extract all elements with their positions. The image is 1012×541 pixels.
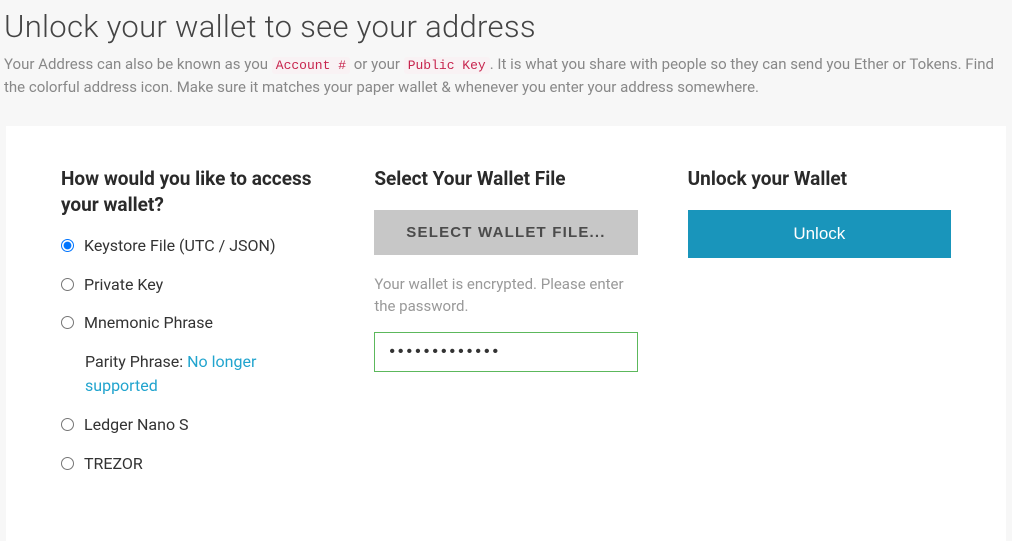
unlock-column: Unlock your Wallet Unlock — [688, 166, 951, 491]
select-wallet-file-button[interactable]: SELECT WALLET FILE... — [374, 210, 637, 255]
account-code-tag: Account # — [272, 57, 350, 74]
radio-mnemonic[interactable] — [61, 316, 74, 329]
wallet-card: How would you like to access your wallet… — [6, 126, 1006, 541]
radio-item-mnemonic[interactable]: Mnemonic Phrase — [61, 312, 324, 334]
page-title: Unlock your wallet to see your address — [0, 0, 1012, 53]
parity-prefix: Parity Phrase: — [85, 352, 187, 371]
desc-text: Your Address can also be known as you — [4, 55, 272, 73]
radio-private-key[interactable] — [61, 278, 74, 291]
password-helper-text: Your wallet is encrypted. Please enter t… — [374, 273, 637, 318]
parity-note-item: Parity Phrase: No longer supported — [61, 350, 324, 398]
public-key-code-tag: Public Key — [404, 57, 490, 74]
radio-label-keystore: Keystore File (UTC / JSON) — [84, 235, 276, 257]
access-radio-list: Keystore File (UTC / JSON) Private Key M… — [61, 235, 324, 475]
desc-text: or your — [350, 55, 404, 73]
unlock-heading: Unlock your Wallet — [688, 166, 951, 192]
radio-ledger[interactable] — [61, 418, 74, 431]
page-description: Your Address can also be known as you Ac… — [0, 53, 1012, 126]
radio-item-keystore[interactable]: Keystore File (UTC / JSON) — [61, 235, 324, 257]
radio-label-trezor: TREZOR — [84, 453, 143, 475]
radio-keystore[interactable] — [61, 239, 74, 252]
wallet-file-column: Select Your Wallet File SELECT WALLET FI… — [374, 166, 637, 491]
radio-label-private-key: Private Key — [84, 274, 163, 296]
radio-trezor[interactable] — [61, 457, 74, 470]
radio-item-trezor[interactable]: TREZOR — [61, 453, 324, 475]
radio-label-ledger: Ledger Nano S — [84, 414, 189, 436]
file-heading: Select Your Wallet File — [374, 166, 637, 192]
password-input[interactable] — [374, 332, 637, 372]
radio-label-mnemonic: Mnemonic Phrase — [84, 312, 213, 334]
access-method-column: How would you like to access your wallet… — [61, 166, 324, 491]
access-heading: How would you like to access your wallet… — [61, 166, 324, 217]
unlock-button[interactable]: Unlock — [688, 210, 951, 258]
radio-item-ledger[interactable]: Ledger Nano S — [61, 414, 324, 436]
radio-item-private-key[interactable]: Private Key — [61, 274, 324, 296]
